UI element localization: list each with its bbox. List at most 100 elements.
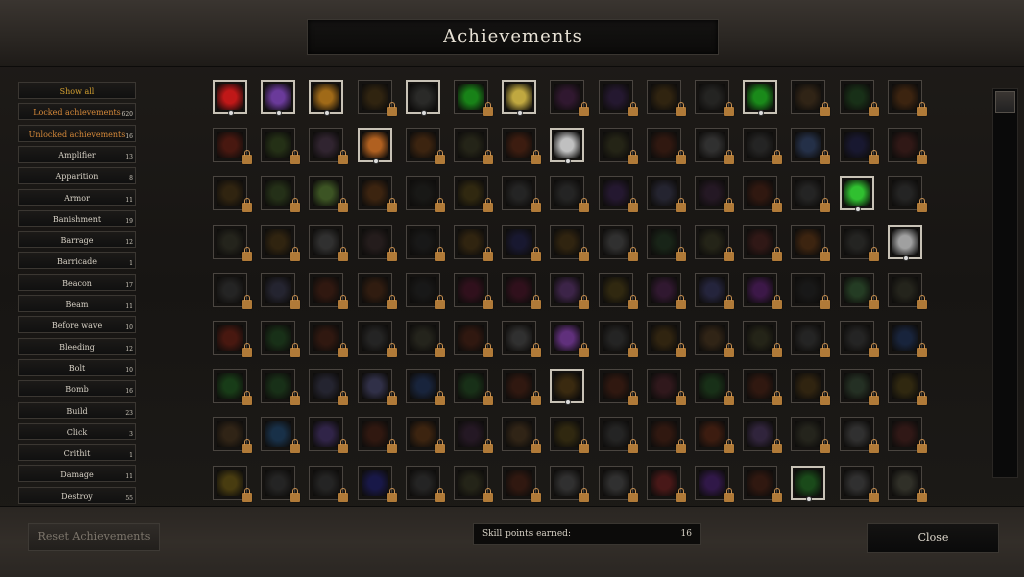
achievement-tile[interactable]	[454, 321, 493, 357]
achievement-tile[interactable]	[405, 369, 445, 406]
achievement-tile[interactable]	[405, 128, 445, 165]
category-button[interactable]: Show all	[18, 82, 136, 99]
category-button[interactable]: Beam 11	[18, 295, 136, 312]
scrollbar[interactable]	[992, 88, 1018, 478]
achievement-tile[interactable]	[502, 321, 542, 357]
achievement-tile[interactable]	[598, 369, 638, 406]
category-button[interactable]: Amplifier 13	[18, 145, 136, 163]
achievement-tile[interactable]	[357, 224, 397, 261]
achievement-tile[interactable]	[791, 321, 831, 357]
achievement-tile[interactable]	[646, 321, 686, 357]
achievement-tile[interactable]	[213, 224, 252, 261]
achievement-tile[interactable]	[309, 321, 349, 357]
achievement-tile[interactable]	[357, 176, 397, 213]
achievement-tile[interactable]	[598, 80, 638, 116]
achievement-tile[interactable]	[839, 321, 879, 357]
achievement-tile[interactable]	[695, 80, 734, 116]
achievement-tile[interactable]	[743, 176, 783, 213]
achievement-tile[interactable]	[454, 417, 493, 454]
achievement-tile[interactable]	[550, 321, 590, 357]
achievement-tile[interactable]	[261, 224, 301, 261]
achievement-tile[interactable]	[646, 272, 686, 309]
achievement-tile[interactable]	[357, 128, 392, 165]
category-button[interactable]: Bolt 10	[18, 358, 136, 376]
achievement-tile[interactable]	[261, 369, 301, 406]
achievement-tile[interactable]	[791, 272, 831, 309]
category-button[interactable]: Beacon 17	[18, 273, 136, 291]
achievement-tile[interactable]	[261, 176, 301, 213]
achievement-tile[interactable]	[454, 128, 493, 165]
achievement-tile[interactable]	[743, 128, 783, 165]
achievement-tile[interactable]	[598, 465, 638, 502]
achievement-tile[interactable]	[357, 80, 397, 116]
close-button[interactable]: Close	[867, 523, 999, 553]
achievement-tile[interactable]	[502, 224, 542, 261]
category-button[interactable]: Banishment 19	[18, 209, 136, 227]
achievement-tile[interactable]	[309, 272, 349, 309]
achievement-tile[interactable]	[454, 80, 493, 116]
achievement-tile[interactable]	[213, 128, 252, 165]
category-button[interactable]: Crithit 1	[18, 444, 136, 462]
achievement-tile[interactable]	[598, 321, 638, 357]
achievement-tile[interactable]	[791, 176, 831, 213]
achievement-tile[interactable]	[839, 417, 879, 454]
achievement-tile[interactable]	[550, 465, 590, 502]
category-button[interactable]: Destroy 55	[18, 486, 136, 504]
category-button[interactable]: Unlocked achievements 16	[18, 124, 136, 142]
achievement-tile[interactable]	[405, 272, 445, 309]
achievement-tile[interactable]	[502, 272, 542, 309]
achievement-tile[interactable]	[550, 417, 590, 454]
achievement-tile[interactable]	[261, 272, 301, 309]
achievement-tile[interactable]	[213, 272, 252, 309]
achievement-tile[interactable]	[695, 128, 734, 165]
achievement-tile[interactable]	[550, 80, 590, 116]
category-button[interactable]: Locked achievements 620	[18, 103, 136, 121]
category-button[interactable]: Barricade 1	[18, 252, 136, 270]
achievement-tile[interactable]	[743, 369, 783, 406]
achievement-tile[interactable]	[646, 417, 686, 454]
achievement-tile[interactable]	[213, 369, 252, 406]
achievement-tile[interactable]	[405, 80, 440, 116]
category-button[interactable]: Click 3	[18, 422, 136, 440]
achievement-tile[interactable]	[695, 369, 734, 406]
achievement-tile[interactable]	[646, 80, 686, 116]
achievement-tile[interactable]	[550, 369, 585, 406]
achievement-tile[interactable]	[791, 369, 831, 406]
achievement-tile[interactable]	[357, 417, 397, 454]
achievement-tile[interactable]	[405, 417, 445, 454]
achievement-tile[interactable]	[357, 369, 397, 406]
achievement-tile[interactable]	[695, 321, 734, 357]
achievement-tile[interactable]	[646, 128, 686, 165]
achievement-tile[interactable]	[743, 321, 783, 357]
achievement-tile[interactable]	[887, 224, 922, 261]
achievement-tile[interactable]	[309, 128, 349, 165]
category-button[interactable]: Build 23	[18, 401, 136, 419]
achievement-tile[interactable]	[887, 321, 927, 357]
category-button[interactable]: Armor 11	[18, 188, 136, 206]
achievement-tile[interactable]	[598, 128, 638, 165]
achievement-tile[interactable]	[695, 272, 734, 309]
achievement-tile[interactable]	[646, 176, 686, 213]
achievement-tile[interactable]	[791, 417, 831, 454]
achievement-tile[interactable]	[839, 272, 879, 309]
achievement-tile[interactable]	[695, 465, 734, 502]
achievement-tile[interactable]	[550, 272, 590, 309]
achievement-tile[interactable]	[743, 80, 778, 116]
achievement-tile[interactable]	[502, 128, 542, 165]
achievement-tile[interactable]	[839, 80, 879, 116]
achievement-tile[interactable]	[309, 465, 349, 502]
achievement-tile[interactable]	[454, 465, 493, 502]
achievement-tile[interactable]	[213, 176, 252, 213]
achievement-tile[interactable]	[405, 321, 445, 357]
category-button[interactable]: Bleeding 12	[18, 337, 136, 355]
achievement-tile[interactable]	[454, 224, 493, 261]
achievement-tile[interactable]	[357, 321, 397, 357]
achievement-tile[interactable]	[357, 465, 397, 502]
category-button[interactable]: Before wave 10	[18, 316, 136, 334]
achievement-tile[interactable]	[454, 369, 493, 406]
achievement-tile[interactable]	[261, 417, 301, 454]
achievement-tile[interactable]	[839, 128, 879, 165]
achievement-tile[interactable]	[743, 465, 783, 502]
achievement-tile[interactable]	[887, 465, 927, 502]
achievement-tile[interactable]	[839, 224, 879, 261]
